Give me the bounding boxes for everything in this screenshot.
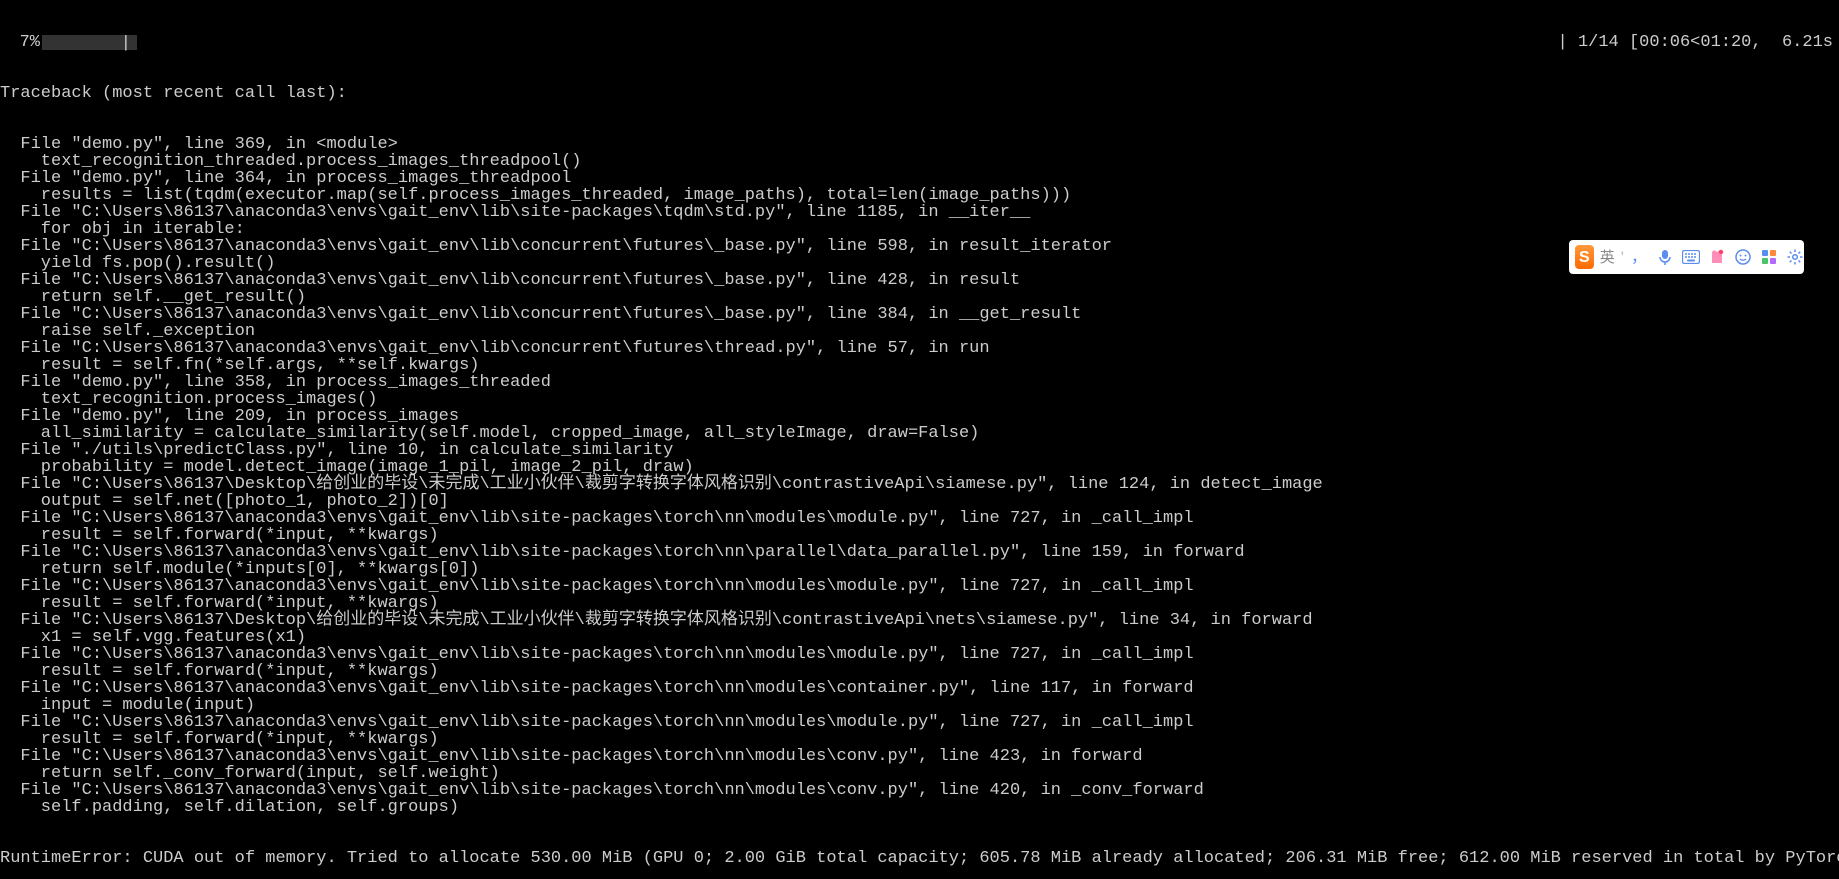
keyboard-icon[interactable] <box>1682 248 1700 266</box>
traceback-code-line: return self.__get_result() <box>0 289 1839 306</box>
progress-bar-divider: | <box>121 35 131 52</box>
traceback-file-line: File "C:\Users\86137\anaconda3\envs\gait… <box>0 340 1839 357</box>
traceback-file-line: File "demo.py", line 209, in process_ima… <box>0 408 1839 425</box>
traceback-file-line: File "./utils\predictClass.py", line 10,… <box>0 442 1839 459</box>
traceback-code-line: return self._conv_forward(input, self.we… <box>0 765 1839 782</box>
comma-icon[interactable]: ， <box>1630 248 1648 266</box>
traceback-file-line: File "demo.py", line 358, in process_ima… <box>0 374 1839 391</box>
traceback-file-line: File "demo.py", line 369, in <module> <box>0 136 1839 153</box>
traceback-code-line: result = self.fn(*self.args, **self.kwar… <box>0 357 1839 374</box>
traceback-file-line: File "C:\Users\86137\anaconda3\envs\gait… <box>0 306 1839 323</box>
smiley-icon[interactable] <box>1734 248 1752 266</box>
traceback-code-line: result = self.forward(*input, **kwargs) <box>0 731 1839 748</box>
traceback-code-line: input = module(input) <box>0 697 1839 714</box>
settings-icon[interactable] <box>1786 248 1804 266</box>
traceback-code-line: return self.module(*inputs[0], **kwargs[… <box>0 561 1839 578</box>
traceback-header: Traceback (most recent call last): <box>0 85 1839 102</box>
traceback-code-line: result = self.forward(*input, **kwargs) <box>0 595 1839 612</box>
traceback-file-line: File "C:\Users\86137\anaconda3\envs\gait… <box>0 646 1839 663</box>
traceback-code-line: result = self.forward(*input, **kwargs) <box>0 527 1839 544</box>
ime-language-toggle[interactable]: 英 <box>1600 249 1615 266</box>
traceback-code-line: self.padding, self.dilation, self.groups… <box>0 799 1839 816</box>
ime-separator: ' <box>1621 249 1624 266</box>
traceback-code-line: text_recognition.process_images() <box>0 391 1839 408</box>
traceback-file-line: File "C:\Users\86137\anaconda3\envs\gait… <box>0 578 1839 595</box>
traceback-file-line: File "C:\Users\86137\Desktop\给创业的毕设\未完成\… <box>0 476 1839 493</box>
apps-icon[interactable] <box>1760 248 1778 266</box>
traceback-code-line: x1 = self.vgg.features(x1) <box>0 629 1839 646</box>
traceback-file-line: File "C:\Users\86137\anaconda3\envs\gait… <box>0 748 1839 765</box>
ime-toolbar[interactable]: S 英 ' ， <box>1569 240 1804 274</box>
traceback-error: RuntimeError: CUDA out of memory. Tried … <box>0 850 1839 867</box>
traceback-code-line: all_similarity = calculate_similarity(se… <box>0 425 1839 442</box>
tqdm-progress: 7% | | 1/14 [00:06<01:20, 6.21s <box>0 34 1839 51</box>
progress-stats: | 1/14 [00:06<01:20, 6.21s <box>141 34 1839 51</box>
traceback-file-line: File "C:\Users\86137\anaconda3\envs\gait… <box>0 680 1839 697</box>
traceback-code-line: result = self.forward(*input, **kwargs) <box>0 663 1839 680</box>
traceback-file-line: File "C:\Users\86137\anaconda3\envs\gait… <box>0 238 1839 255</box>
traceback-code-line: output = self.net([photo_1, photo_2])[0] <box>0 493 1839 510</box>
traceback-code-line: results = list(tqdm(executor.map(self.pr… <box>0 187 1839 204</box>
progress-percent: 7% <box>0 34 42 51</box>
traceback-file-line: File "demo.py", line 364, in process_ima… <box>0 170 1839 187</box>
terminal-output[interactable]: 7% | | 1/14 [00:06<01:20, 6.21s Tracebac… <box>0 0 1839 879</box>
ime-logo-icon[interactable]: S <box>1575 245 1594 269</box>
progress-bar: | <box>42 35 137 50</box>
traceback-file-line: File "C:\Users\86137\anaconda3\envs\gait… <box>0 714 1839 731</box>
traceback-file-line: File "C:\Users\86137\anaconda3\envs\gait… <box>0 544 1839 561</box>
traceback-file-line: File "C:\Users\86137\anaconda3\envs\gait… <box>0 510 1839 527</box>
traceback-code-line: text_recognition_threaded.process_images… <box>0 153 1839 170</box>
traceback-code-line: probability = model.detect_image(image_1… <box>0 459 1839 476</box>
traceback-file-line: File "C:\Users\86137\Desktop\给创业的毕设\未完成\… <box>0 612 1839 629</box>
skin-icon[interactable] <box>1708 248 1726 266</box>
traceback-code-line: raise self._exception <box>0 323 1839 340</box>
traceback-file-line: File "C:\Users\86137\anaconda3\envs\gait… <box>0 272 1839 289</box>
traceback-code-line: for obj in iterable: <box>0 221 1839 238</box>
traceback-frames: File "demo.py", line 369, in <module> te… <box>0 136 1839 816</box>
traceback-file-line: File "C:\Users\86137\anaconda3\envs\gait… <box>0 782 1839 799</box>
traceback-file-line: File "C:\Users\86137\anaconda3\envs\gait… <box>0 204 1839 221</box>
mic-icon[interactable] <box>1656 248 1674 266</box>
traceback-code-line: yield fs.pop().result() <box>0 255 1839 272</box>
